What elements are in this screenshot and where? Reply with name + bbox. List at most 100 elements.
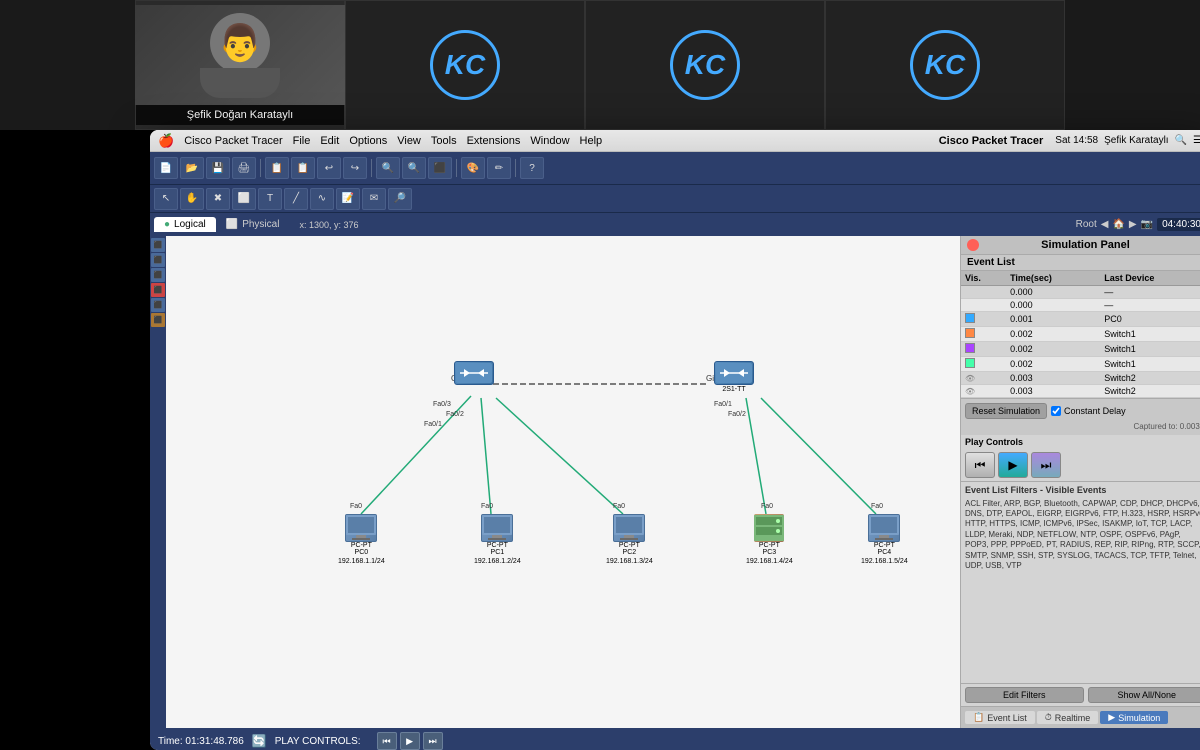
switch1-device[interactable] <box>454 361 494 385</box>
menu-search-icon[interactable]: 🔍 <box>1175 135 1187 146</box>
zoom-out-btn[interactable]: 🔍 <box>402 157 426 179</box>
event-vis: 👁 <box>961 385 1006 398</box>
line-btn[interactable]: ╱ <box>284 188 308 210</box>
menu-bar: 🍎 Cisco Packet Tracer File Edit Options … <box>150 130 1200 152</box>
event-vis: 👁 <box>961 372 1006 385</box>
sidebar-icon-4[interactable]: ⬛ <box>151 283 165 297</box>
open-btn[interactable]: 📂 <box>180 157 204 179</box>
camera-btn[interactable]: 📷 <box>1141 219 1153 230</box>
redo-btn[interactable]: ↪ <box>343 157 367 179</box>
curve-btn[interactable]: ∿ <box>310 188 334 210</box>
video-conference-bar: 👨 Şefik Doğan Karataylı KC KC KC <box>0 0 1200 130</box>
tab-root-area: Root ◀ 🏠 ▶ 📷 04:40:30 <box>1076 218 1200 231</box>
print-btn[interactable]: 🖨 <box>232 157 256 179</box>
fit-btn[interactable]: ⬛ <box>428 157 452 179</box>
sidebar-icon-2[interactable]: ⬛ <box>151 253 165 267</box>
menu-tools[interactable]: Tools <box>431 135 457 147</box>
show-all-none-btn[interactable]: Show All/None <box>1088 687 1200 703</box>
menu-bar-title: Cisco Packet Tracer <box>939 135 1044 147</box>
event-vis <box>961 327 1006 342</box>
tab-realtime[interactable]: ⏱ Realtime <box>1037 711 1099 724</box>
event-device: Switch2 <box>1100 385 1200 398</box>
edit-filters-btn[interactable]: Edit Filters <box>965 687 1084 703</box>
sidebar-icon-6[interactable]: ⬛ <box>151 313 165 327</box>
menu-view[interactable]: View <box>397 135 421 147</box>
event-vis <box>961 342 1006 357</box>
paste-btn[interactable]: 📋 <box>291 157 315 179</box>
pc0-device[interactable]: PC-PTPC0 192.168.1.1/24 <box>338 514 385 565</box>
tab-event-list[interactable]: 📋 Event List <box>965 711 1035 724</box>
menu-options[interactable]: Options <box>349 135 387 147</box>
text-btn[interactable]: T <box>258 188 282 210</box>
palette-btn[interactable]: 🎨 <box>461 157 485 179</box>
canvas-coords: x: 1300, y: 376 <box>299 220 358 230</box>
undo-btn[interactable]: ↩ <box>317 157 341 179</box>
save-btn[interactable]: 💾 <box>206 157 230 179</box>
menu-file[interactable]: File <box>293 135 311 147</box>
svg-text:Fa0: Fa0 <box>350 503 362 510</box>
col-vis: Vis. <box>961 271 1006 286</box>
rect-btn[interactable]: ⬜ <box>232 188 256 210</box>
sidebar-icon-1[interactable]: ⬛ <box>151 238 165 252</box>
note-btn[interactable]: 📝 <box>336 188 360 210</box>
zoom-in-btn[interactable]: 🔍 <box>376 157 400 179</box>
play-play-btn[interactable]: ▶ <box>998 452 1028 478</box>
nav-fwd-btn[interactable]: ▶ <box>1129 219 1137 230</box>
inspect-btn[interactable]: 🔎 <box>388 188 412 210</box>
refresh-icon[interactable]: 🔄 <box>252 734 267 748</box>
tab-physical[interactable]: ⬜ Physical <box>216 217 290 232</box>
play-fwd-btn[interactable]: ⏭ <box>1031 452 1061 478</box>
tab-logical[interactable]: ● Logical <box>154 217 216 232</box>
play-back-btn[interactable]: ⏮ <box>965 452 995 478</box>
kc-tile-1: KC <box>345 0 585 130</box>
select-btn[interactable]: ↖ <box>154 188 178 210</box>
pc3-device[interactable]: PC-PTPC3 192.168.1.4/24 <box>746 514 793 565</box>
move-btn[interactable]: ✋ <box>180 188 204 210</box>
reset-simulation-btn[interactable]: Reset Simulation <box>965 403 1047 419</box>
event-row: 👁 0.003 Switch2 <box>961 385 1200 398</box>
main-toolbar: 📄 📂 💾 🖨 📋 📋 ↩ ↪ 🔍 🔍 ⬛ 🎨 ✏ ? <box>150 152 1200 184</box>
network-canvas[interactable]: Gig0/1 Gig0/1 Fa0/3 Fa0/2 Fa0/1 Fa0/1 Fa… <box>166 236 960 728</box>
event-row: 0.002 Switch1 <box>961 327 1200 342</box>
constant-delay-checkbox[interactable] <box>1051 406 1061 416</box>
help-btn[interactable]: ? <box>520 157 544 179</box>
toolbar-sep-4 <box>515 159 516 177</box>
switch2-device[interactable]: 2S1-TT <box>714 361 754 393</box>
sidebar-icon-5[interactable]: ⬛ <box>151 298 165 312</box>
menu-edit[interactable]: Edit <box>320 135 339 147</box>
menu-control-icon[interactable]: ☰ <box>1193 135 1200 146</box>
nav-back-btn[interactable]: ◀ <box>1101 219 1109 230</box>
event-row: 0.000 — <box>961 299 1200 312</box>
home-btn[interactable]: 🏠 <box>1112 219 1124 230</box>
menu-extensions[interactable]: Extensions <box>467 135 521 147</box>
new-btn[interactable]: 📄 <box>154 157 178 179</box>
pc4-device[interactable]: PC-PTPC4 192.168.1.5/24 <box>861 514 908 565</box>
constant-delay-text: Constant Delay <box>1064 406 1126 416</box>
pc2-device[interactable]: PC-PTPC2 192.168.1.3/24 <box>606 514 653 565</box>
kc-tile-3: KC <box>825 0 1065 130</box>
tab-simulation[interactable]: ▶ Simulation <box>1100 711 1168 724</box>
event-table: Vis. Time(sec) Last Device 0.000 — 0.000… <box>961 271 1200 398</box>
apple-menu[interactable]: 🍎 <box>158 133 174 149</box>
menu-help[interactable]: Help <box>580 135 603 147</box>
event-device: PC0 <box>1100 312 1200 327</box>
svg-text:Fa0/1: Fa0/1 <box>714 401 732 408</box>
sim-close-btn[interactable] <box>967 239 979 251</box>
mail-btn[interactable]: ✉ <box>362 188 386 210</box>
copy-btn[interactable]: 📋 <box>265 157 289 179</box>
inline-back-btn[interactable]: ⏮ <box>377 732 397 750</box>
menu-bar-right: Sat 14:58 Şefik Karataylı 🔍 ☰ <box>1055 135 1200 146</box>
delete-btn[interactable]: ✖ <box>206 188 230 210</box>
svg-text:Fa0/2: Fa0/2 <box>728 411 746 418</box>
pc1-device[interactable]: PC-PTPC1 192.168.1.2/24 <box>474 514 521 565</box>
toolbar-sep-1 <box>260 159 261 177</box>
inline-play-btn[interactable]: ▶ <box>400 732 420 750</box>
menu-app-name[interactable]: Cisco Packet Tracer <box>184 135 282 147</box>
annotate-btn[interactable]: ✏ <box>487 157 511 179</box>
menu-window[interactable]: Window <box>530 135 569 147</box>
event-time: 0.003 <box>1006 372 1100 385</box>
pc4-label: PC-PTPC4 <box>874 542 895 556</box>
inline-fwd-btn[interactable]: ⏭ <box>423 732 443 750</box>
pc1-ip: 192.168.1.2/24 <box>474 558 521 565</box>
sidebar-icon-3[interactable]: ⬛ <box>151 268 165 282</box>
